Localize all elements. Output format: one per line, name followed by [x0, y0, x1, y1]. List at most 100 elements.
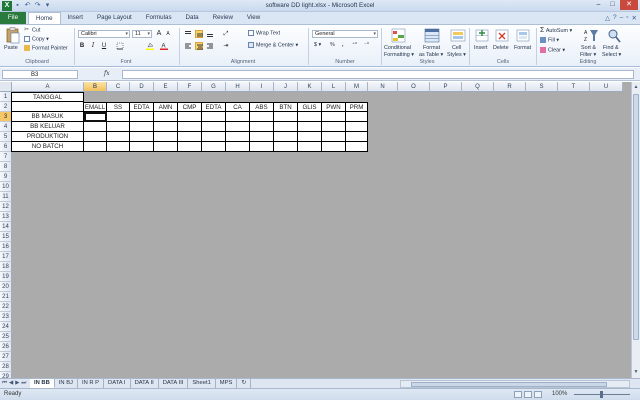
cell-k3[interactable]	[298, 112, 322, 122]
minimize-button[interactable]: –	[592, 0, 605, 10]
column-header-b[interactable]: B	[84, 82, 107, 92]
tab-view[interactable]: View	[240, 12, 267, 24]
row-header-15[interactable]: 15	[0, 232, 12, 242]
paste-button[interactable]: Paste	[4, 45, 18, 52]
cell-e3[interactable]	[154, 112, 178, 122]
sheet-tab-in-r-p[interactable]: IN R P	[78, 379, 105, 388]
scroll-down-icon[interactable]: ▼	[632, 368, 640, 376]
cell-i4[interactable]	[250, 122, 274, 132]
align-center-icon[interactable]	[195, 42, 203, 50]
cell-f3[interactable]	[178, 112, 202, 122]
row-header-25[interactable]: 25	[0, 332, 12, 342]
tab-insert[interactable]: Insert	[61, 12, 90, 24]
cell-styles-icon[interactable]	[450, 27, 466, 45]
cell-d2[interactable]: EDTA	[130, 102, 154, 112]
cell-i3[interactable]	[250, 112, 274, 122]
row-header-28[interactable]: 28	[0, 362, 12, 372]
tab-file[interactable]: File	[0, 12, 26, 24]
cell-e4[interactable]	[154, 122, 178, 132]
cell-e2[interactable]: AMN	[154, 102, 178, 112]
sort-filter-label[interactable]: Sort &	[581, 45, 596, 52]
cell-h6[interactable]	[226, 142, 250, 152]
vertical-scrollbar[interactable]: ▲ ▼	[631, 82, 640, 378]
horizontal-scrollbar[interactable]	[400, 380, 630, 388]
name-box[interactable]: B3	[2, 70, 78, 79]
cell-b5[interactable]	[84, 132, 107, 142]
column-header-c[interactable]: C	[107, 82, 130, 92]
format-as-table-label-2[interactable]: as Table ▾	[419, 52, 443, 59]
page-break-view-icon[interactable]	[534, 391, 542, 398]
cell-j4[interactable]	[274, 122, 298, 132]
cell-f5[interactable]	[178, 132, 202, 142]
tab-data[interactable]: Data	[179, 12, 206, 24]
column-header-d[interactable]: D	[130, 82, 154, 92]
cell-b4[interactable]	[84, 122, 107, 132]
find-select-label[interactable]: Find &	[603, 45, 619, 52]
insert-button[interactable]: Insert	[474, 45, 487, 52]
sheet-tab-mps[interactable]: MPS	[216, 379, 238, 388]
fill-color-icon[interactable]	[146, 42, 154, 50]
cell-h2[interactable]: CA	[226, 102, 250, 112]
cell-e6[interactable]	[154, 142, 178, 152]
cell-f6[interactable]	[178, 142, 202, 152]
cell-j5[interactable]	[274, 132, 298, 142]
format-as-table-label[interactable]: Format	[423, 45, 440, 52]
sheet-tab-sheet1[interactable]: Sheet1	[188, 379, 216, 388]
conditional-formatting-label-2[interactable]: Formatting ▾	[384, 52, 414, 59]
workbook-minimize-icon[interactable]: –	[620, 14, 624, 22]
delete-cells-icon[interactable]	[494, 27, 510, 45]
conditional-formatting-label[interactable]: Conditional	[384, 45, 411, 52]
align-bottom-icon[interactable]	[206, 30, 214, 38]
cell-d4[interactable]	[130, 122, 154, 132]
sort-filter-label-2[interactable]: Filter ▾	[580, 52, 596, 59]
sheet-tab-data-iii[interactable]: DATA III	[159, 379, 189, 388]
cell-l6[interactable]	[322, 142, 346, 152]
maximize-button[interactable]: □	[606, 0, 619, 10]
column-header-f[interactable]: F	[178, 82, 202, 92]
format-button[interactable]: Format	[514, 45, 531, 52]
row-header-19[interactable]: 19	[0, 272, 12, 282]
cell-g6[interactable]	[202, 142, 226, 152]
row-header-26[interactable]: 26	[0, 342, 12, 352]
italic-button[interactable]: I	[89, 42, 97, 50]
cell-d5[interactable]	[130, 132, 154, 142]
row-header-8[interactable]: 8	[0, 162, 12, 172]
cell-b6[interactable]	[84, 142, 107, 152]
column-header-n[interactable]: N	[368, 82, 398, 92]
copy-button[interactable]: Copy ▾	[24, 36, 49, 43]
row-header-9[interactable]: 9	[0, 172, 12, 182]
font-color-icon[interactable]: A	[160, 42, 168, 50]
tab-review[interactable]: Review	[206, 12, 240, 24]
cell-c3[interactable]	[107, 112, 130, 122]
format-as-table-icon[interactable]	[424, 27, 440, 45]
cell-l5[interactable]	[322, 132, 346, 142]
insert-cells-icon[interactable]	[474, 27, 490, 45]
column-header-m[interactable]: M	[346, 82, 368, 92]
select-all-corner[interactable]	[0, 82, 12, 92]
row-header-21[interactable]: 21	[0, 292, 12, 302]
column-header-k[interactable]: K	[298, 82, 322, 92]
align-left-icon[interactable]	[184, 42, 192, 50]
close-button[interactable]: ✕	[620, 0, 638, 10]
normal-view-icon[interactable]	[514, 391, 522, 398]
cell-m5[interactable]	[346, 132, 368, 142]
horizontal-scroll-thumb[interactable]	[411, 382, 607, 387]
column-header-q[interactable]: Q	[462, 82, 494, 92]
font-name-select[interactable]: Calibri	[78, 30, 130, 38]
clear-button[interactable]: Clear ▾	[540, 47, 565, 54]
cell-c6[interactable]	[107, 142, 130, 152]
cell-c2[interactable]: SS	[107, 102, 130, 112]
cell-i6[interactable]	[250, 142, 274, 152]
column-header-e[interactable]: E	[154, 82, 178, 92]
help-icon[interactable]: ?	[613, 14, 617, 22]
row-header-12[interactable]: 12	[0, 202, 12, 212]
worksheet-grid[interactable]: A B C D E F G H I J K L M N O P Q R S T U 1 2 3 4 5 6 7 8 9 10 11 12 13 14…	[0, 82, 631, 382]
sheet-tab-in-bj[interactable]: IN BJ	[55, 379, 78, 388]
font-size-select[interactable]: 11	[132, 30, 152, 38]
cell-g4[interactable]	[202, 122, 226, 132]
column-header-r[interactable]: R	[494, 82, 526, 92]
cell-a2[interactable]	[12, 102, 84, 112]
cell-a3[interactable]: BB MASUK	[12, 112, 84, 122]
wrap-text-button[interactable]: Wrap Text	[248, 30, 280, 37]
row-header-16[interactable]: 16	[0, 242, 12, 252]
